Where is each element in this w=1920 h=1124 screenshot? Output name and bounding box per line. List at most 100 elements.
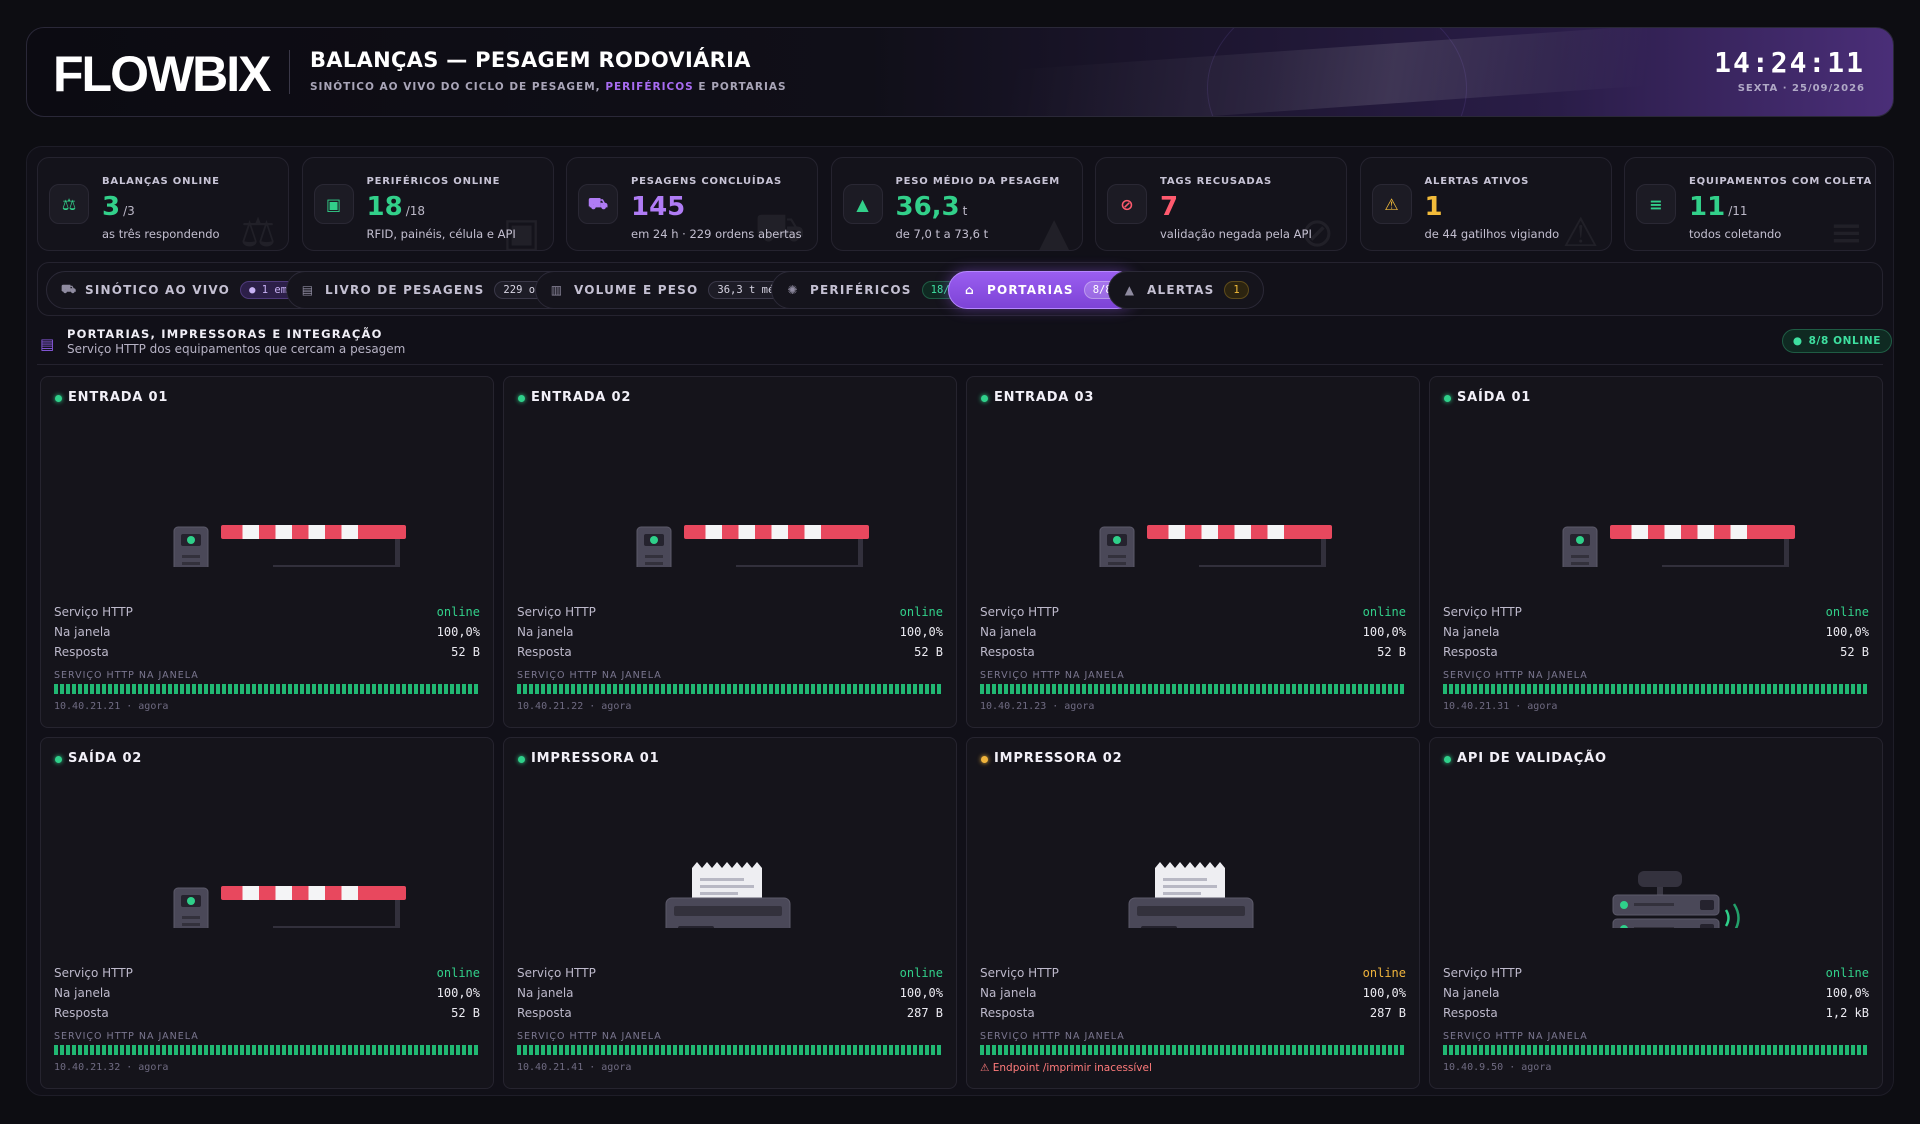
service-row: Serviço HTTP online	[1443, 605, 1869, 619]
uptime-bar	[517, 1045, 943, 1055]
stat-subtext: validação negada pela API	[1160, 227, 1312, 241]
scale-icon: ⚖	[49, 184, 89, 224]
stat-card[interactable]: ⊘ TAGS RECUSADAS 7 validação negada pela AP…	[1095, 157, 1347, 251]
gate-barrier-icon	[967, 437, 1421, 592]
response-row: Resposta 287 B	[980, 1006, 1406, 1020]
uptime-caption: SERVIÇO HTTP NA JANELA	[1443, 670, 1588, 681]
service-status: online	[1825, 966, 1869, 980]
device-name: SAÍDA 02	[68, 751, 143, 766]
section-title: PORTARIAS, IMPRESSORAS E INTEGRAÇÃO	[67, 327, 383, 341]
tab-bar: ⛟ SINÓTICO AO VIVO ● 1 em uso ▤ LIVRO DE PES…	[37, 262, 1883, 316]
response-value: 52 B	[1377, 645, 1406, 659]
stat-card[interactable]: ≡ EQUIPAMENTOS COM COLETA 11/11 todos colet…	[1624, 157, 1876, 251]
status-badge-label: 8/8 ONLINE	[1808, 335, 1881, 347]
device-footer: 10.40.21.41 · agora	[517, 1062, 632, 1073]
printer-icon	[504, 798, 958, 951]
window-row: Na janela 100,0%	[54, 986, 480, 1000]
uptime-caption: SERVIÇO HTTP NA JANELA	[54, 1031, 199, 1042]
stat-value: 7	[1160, 192, 1181, 226]
stat-card[interactable]: ▲ PESO MÉDIO DA PESAGEM 36,3 t de 7,0 t a 73…	[830, 157, 1083, 251]
window-label: Na janela	[517, 986, 574, 1000]
device-card[interactable]: IMPRESSORA 02 Serviço HTTP online Na janela…	[966, 737, 1420, 1089]
uptime-caption: SERVIÇO HTTP NA JANELA	[517, 670, 662, 681]
stat-subtext: todos coletando	[1689, 227, 1782, 241]
response-row: Resposta 1,2 kB	[1443, 1006, 1869, 1020]
block-watermark-icon: ⊘	[1300, 210, 1334, 251]
device-card[interactable]: ENTRADA 03 Serviço HTTP online Na janela 100…	[966, 376, 1420, 728]
tab-label: LIVRO DE PESAGENS	[325, 283, 485, 297]
device-name: ENTRADA 01	[68, 390, 169, 405]
tab-badge: 1	[1224, 281, 1249, 299]
stat-value: 3/3	[102, 192, 135, 226]
stat-value: 11/11	[1689, 192, 1748, 226]
stat-card[interactable]: ⚖ BALANÇAS ONLINE 3/3 as três respondendo ⚖	[37, 157, 289, 251]
stat-number: 18	[366, 192, 403, 222]
device-card[interactable]: ENTRADA 01 Serviço HTTP online Na janela 100…	[40, 376, 494, 728]
server-icon: ≡	[1636, 184, 1676, 224]
device-card[interactable]: SAÍDA 02 Serviço HTTP online Na janela 100,0…	[40, 737, 494, 1089]
uptime-caption: SERVIÇO HTTP NA JANELA	[1443, 1031, 1588, 1042]
server-watermark-icon: ≡	[1829, 210, 1863, 251]
window-label: Na janela	[1443, 986, 1500, 1000]
stat-value: 36,3 t	[896, 192, 968, 226]
tab-label: PORTARIAS	[987, 283, 1074, 297]
stat-subtext: de 44 gatilhos vigiando	[1424, 227, 1560, 241]
service-label: Serviço HTTP	[980, 605, 1059, 619]
service-label: Serviço HTTP	[980, 966, 1059, 980]
chart-icon: ▥	[550, 283, 564, 297]
tab-label: SINÓTICO AO VIVO	[85, 283, 231, 297]
service-row: Serviço HTTP online	[517, 966, 943, 980]
warning-icon: ▲	[1124, 283, 1136, 297]
device-card[interactable]: ENTRADA 02 Serviço HTTP online Na janela 100…	[503, 376, 957, 728]
device-footer: 10.40.21.31 · agora	[1443, 701, 1558, 712]
stat-card[interactable]: ⛟ PESAGENS CONCLUÍDAS 145 em 24 h · 229 ord…	[566, 157, 818, 251]
device-card[interactable]: SAÍDA 01 Serviço HTTP online Na janela 100,0…	[1429, 376, 1883, 728]
device-card[interactable]: API DE VALIDAÇÃO Serviço HTTP online Na jan…	[1429, 737, 1883, 1089]
service-status: online	[436, 605, 480, 619]
response-row: Resposta 287 B	[517, 1006, 943, 1020]
stat-subtext: as três respondendo	[102, 227, 220, 241]
tab-alertas[interactable]: ▲ ALERTAS 1	[1108, 271, 1264, 309]
brand-logo[interactable]: FLOWBIX	[53, 49, 272, 99]
window-row: Na janela 100,0%	[1443, 986, 1869, 1000]
window-row: Na janela 100,0%	[1443, 625, 1869, 639]
response-value: 52 B	[451, 1006, 480, 1020]
clock: 14:24:11	[1714, 46, 1865, 79]
response-value: 287 B	[1369, 1006, 1406, 1020]
service-row: Serviço HTTP online	[1443, 966, 1869, 980]
stat-unit: /11	[1728, 204, 1748, 218]
stat-subtext: RFID, painéis, célula e API	[366, 227, 516, 241]
service-label: Serviço HTTP	[54, 605, 133, 619]
service-status: online	[1362, 605, 1406, 619]
status-dot-icon	[981, 395, 988, 402]
service-label: Serviço HTTP	[517, 605, 596, 619]
response-row: Resposta 52 B	[980, 645, 1406, 659]
stat-value: 1	[1425, 192, 1446, 226]
response-row: Resposta 52 B	[54, 1006, 480, 1020]
uptime-bar	[517, 684, 943, 694]
device-name: API DE VALIDAÇÃO	[1457, 751, 1607, 766]
service-label: Serviço HTTP	[54, 966, 133, 980]
stat-value: 18/18	[367, 192, 426, 226]
service-status: online	[1825, 605, 1869, 619]
status-dot-icon	[55, 756, 62, 763]
uptime-bar	[980, 1045, 1406, 1055]
status-dot-icon	[981, 756, 988, 763]
uptime-bar	[1443, 1045, 1869, 1055]
response-label: Resposta	[517, 1006, 572, 1020]
chip-icon: ▣	[313, 184, 354, 224]
stat-card[interactable]: ▣ PERIFÉRICOS ONLINE 18/18 RFID, painéis, c…	[301, 157, 554, 251]
service-row: Serviço HTTP online	[980, 966, 1406, 980]
stat-label: ALERTAS ATIVOS	[1424, 176, 1530, 187]
service-row: Serviço HTTP online	[980, 605, 1406, 619]
window-row: Na janela 100,0%	[517, 625, 943, 639]
device-card[interactable]: IMPRESSORA 01 Serviço HTTP online Na janela…	[503, 737, 957, 1089]
device-name: ENTRADA 02	[531, 390, 632, 405]
status-dot-icon	[518, 756, 525, 763]
gate-barrier-icon	[1430, 437, 1884, 592]
device-name: IMPRESSORA 01	[531, 751, 660, 766]
window-value: 100,0%	[1825, 986, 1869, 1000]
gate-barrier-icon	[41, 437, 495, 592]
check-circle-icon: ●	[1792, 335, 1803, 347]
stat-card[interactable]: ⚠ ALERTAS ATIVOS 1 de 44 gatilhos vigiando ⚠	[1359, 157, 1612, 251]
